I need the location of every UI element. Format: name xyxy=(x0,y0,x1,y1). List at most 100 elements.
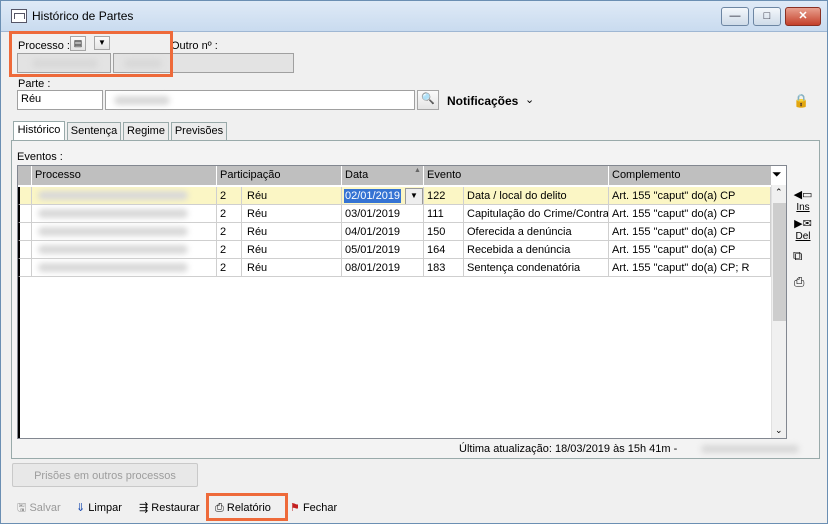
salvar-label: Salvar xyxy=(29,502,61,514)
cell-evento: Sentença condenatória xyxy=(464,259,609,277)
exit-sign-icon: ⚑ xyxy=(290,502,300,514)
col-evento[interactable]: Evento xyxy=(424,166,609,185)
cell-evento: Recebida a denúncia xyxy=(464,241,609,259)
cell-evento: Oferecida a denúncia xyxy=(464,223,609,241)
cell-participacao: Réu xyxy=(242,241,342,259)
minimize-button[interactable]: — xyxy=(721,7,749,26)
cell-data: 08/01/2019 xyxy=(342,259,424,277)
ultima-atualizacao: Última atualização: 18/03/2019 às 15h 41… xyxy=(459,443,678,455)
search-icon[interactable]: 🔍 xyxy=(417,90,439,110)
col-complemento[interactable]: Complemento xyxy=(609,166,771,185)
outro-field[interactable] xyxy=(171,53,294,73)
row-marker xyxy=(18,259,32,277)
cell-participacao-num: 2 xyxy=(217,241,242,259)
cell-data[interactable]: 02/01/2019 xyxy=(344,189,402,203)
chevron-down-icon[interactable]: ⌄ xyxy=(525,93,534,106)
parte-label: Parte : xyxy=(18,78,51,90)
eventos-table: Processo Participação Data Evento Comple… xyxy=(17,165,787,439)
cell-evento-num: 150 xyxy=(424,223,464,241)
vertical-scrollbar[interactable]: ⌃ ⌄ xyxy=(771,185,786,438)
print-list-icon[interactable]: ⎙ xyxy=(794,274,804,290)
tab-previsoes[interactable]: Previsões xyxy=(171,122,227,140)
filter-icon[interactable]: ⏷ xyxy=(772,167,782,182)
restore-icon: ⇶ xyxy=(139,502,149,514)
tab-sentenca[interactable]: Sentença xyxy=(67,122,121,140)
salvar-button[interactable]: 🖫 Salvar xyxy=(17,499,61,517)
app-icon xyxy=(11,9,27,23)
cell-participacao-num: 2 xyxy=(217,259,242,277)
cell-evento: Data / local do delito xyxy=(464,187,609,205)
col-processo[interactable]: Processo xyxy=(32,166,217,185)
scroll-thumb[interactable] xyxy=(773,203,786,321)
cell-evento-num: 122 xyxy=(424,187,464,205)
cell-participacao: Réu xyxy=(242,205,342,223)
chevron-down-icon[interactable]: ▼ xyxy=(405,188,423,204)
blurred-user xyxy=(701,445,799,453)
close-button[interactable]: ✕ xyxy=(785,7,821,26)
cell-participacao-num: 2 xyxy=(217,187,242,205)
row-marker xyxy=(18,205,32,223)
cell-participacao-num: 2 xyxy=(217,205,242,223)
cell-participacao-num: 2 xyxy=(217,223,242,241)
title-bar: Histórico de Partes — □ ✕ xyxy=(1,1,827,32)
tab-regime[interactable]: Regime xyxy=(123,122,169,140)
sort-icon: ▲ xyxy=(414,167,421,174)
col-data[interactable]: Data xyxy=(342,166,424,185)
scroll-up-icon[interactable]: ⌃ xyxy=(775,187,783,198)
cell-data: 04/01/2019 xyxy=(342,223,424,241)
outro-label: Outro nº : xyxy=(171,40,218,52)
delete-label: Del xyxy=(795,231,811,242)
cell-participacao: Réu xyxy=(242,259,342,277)
table-row[interactable]: 2 Réu 05/01/2019 164 Recebida a denúncia… xyxy=(18,241,771,259)
prisoes-button[interactable]: Prisões em outros processos xyxy=(12,463,198,487)
table-row[interactable]: 2 Réu 03/01/2019 111 Capitulação do Crim… xyxy=(18,205,771,223)
broom-icon: ⇓ xyxy=(76,502,86,514)
cell-complemento: Art. 155 "caput" do(a) CP xyxy=(609,187,771,205)
lock-user-icon[interactable]: 🔒 xyxy=(793,93,809,109)
tab-historico[interactable]: Histórico xyxy=(13,121,65,141)
delete-arrow-icon: ▶✉ xyxy=(794,218,812,230)
cell-processo xyxy=(32,241,217,259)
eventos-label: Eventos : xyxy=(17,151,63,163)
table-row[interactable]: 2 Réu 08/01/2019 183 Sentença condenatór… xyxy=(18,259,771,277)
restaurar-button[interactable]: ⇶ Restaurar xyxy=(139,499,200,517)
table-row[interactable]: 2 Réu 02/01/2019 ▼ 122 Data / local do d… xyxy=(18,187,771,205)
insert-row-button[interactable]: ◀▭ Ins xyxy=(791,188,815,213)
cell-evento-num: 111 xyxy=(424,205,464,223)
row-marker xyxy=(18,223,32,241)
maximize-button[interactable]: □ xyxy=(753,7,781,26)
cell-evento-num: 183 xyxy=(424,259,464,277)
main-window: Histórico de Partes — □ ✕ Processo : ▤ ▼… xyxy=(0,0,828,524)
cell-evento: Capitulação do Crime/Contrav xyxy=(464,205,609,223)
copy-record-icon[interactable]: ⧉ xyxy=(793,248,802,264)
col-participacao[interactable]: Participação xyxy=(217,166,342,185)
fechar-button[interactable]: ⚑ Fechar xyxy=(290,499,337,517)
parte-type-field[interactable]: Réu xyxy=(17,90,103,110)
window-title: Histórico de Partes xyxy=(32,9,134,23)
highlight-processo xyxy=(9,31,173,77)
cell-evento-num: 164 xyxy=(424,241,464,259)
row-marker xyxy=(18,187,32,205)
cell-complemento: Art. 155 "caput" do(a) CP xyxy=(609,241,771,259)
restaurar-label: Restaurar xyxy=(151,502,200,514)
cell-data-editor[interactable]: 02/01/2019 ▼ xyxy=(342,187,424,205)
limpar-button[interactable]: ⇓ Limpar xyxy=(76,499,122,517)
insert-label: Ins xyxy=(796,202,810,213)
insert-arrow-icon: ◀▭ xyxy=(793,189,813,201)
table-header: Processo Participação Data Evento Comple… xyxy=(18,166,771,185)
row-marker-header xyxy=(18,166,32,185)
parte-name-field[interactable] xyxy=(105,90,415,110)
delete-row-button[interactable]: ▶✉ Del xyxy=(791,217,815,242)
scroll-down-icon[interactable]: ⌄ xyxy=(775,425,783,436)
fechar-label: Fechar xyxy=(302,502,338,514)
notificacoes-label[interactable]: Notificações xyxy=(447,94,518,108)
cell-complemento: Art. 155 "caput" do(a) CP xyxy=(609,205,771,223)
cell-processo xyxy=(32,259,217,277)
cell-participacao: Réu xyxy=(242,223,342,241)
cell-participacao: Réu xyxy=(242,187,342,205)
table-row[interactable]: 2 Réu 04/01/2019 150 Oferecida a denúnci… xyxy=(18,223,771,241)
cell-processo xyxy=(32,223,217,241)
row-marker-column xyxy=(18,277,32,438)
limpar-label: Limpar xyxy=(88,502,122,514)
cell-processo xyxy=(32,205,217,223)
